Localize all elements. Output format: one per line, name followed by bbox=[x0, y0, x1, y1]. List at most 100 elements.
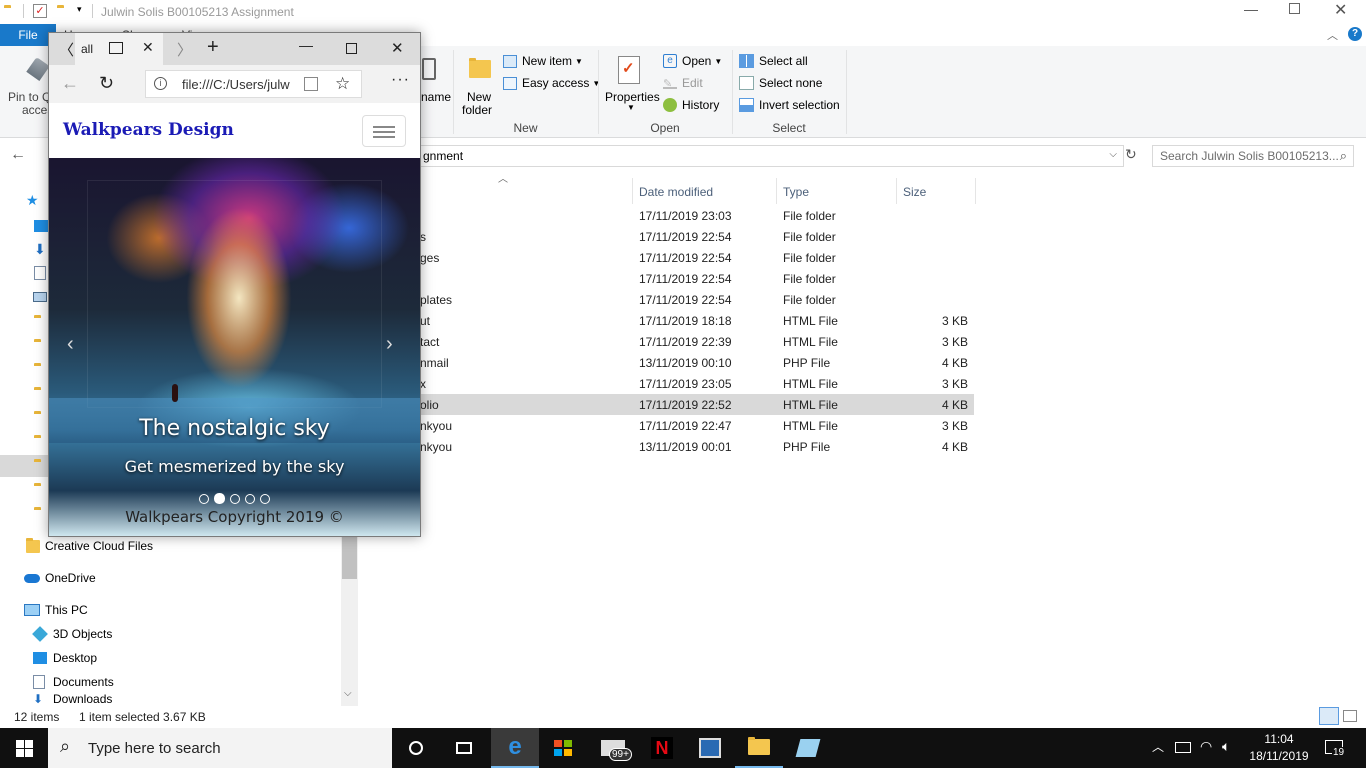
help-icon[interactable]: ? bbox=[1348, 27, 1362, 41]
info-icon[interactable]: i bbox=[154, 77, 167, 90]
maximize-icon[interactable] bbox=[346, 43, 357, 54]
scrollbar-thumb[interactable] bbox=[342, 534, 357, 579]
file-row[interactable]: 17/11/2019 22:54 File folder bbox=[358, 268, 974, 289]
carousel-indicator[interactable] bbox=[230, 493, 240, 504]
pin-label[interactable]: Pin to Q bbox=[8, 90, 51, 104]
tab-back-icon[interactable]: 〈 bbox=[59, 39, 74, 60]
collapse-ribbon-icon[interactable]: ︿ bbox=[1327, 27, 1338, 43]
details-view-icon[interactable] bbox=[1319, 707, 1339, 725]
search-field[interactable]: Search Julwin Solis B00105213... ⌕ bbox=[1152, 145, 1354, 167]
new-folder-icon[interactable] bbox=[469, 58, 491, 78]
task-view-button[interactable] bbox=[440, 728, 488, 768]
favorite-star-icon[interactable]: ☆ bbox=[335, 74, 350, 94]
clock-time[interactable]: 11:04 bbox=[1249, 732, 1309, 746]
file-row[interactable]: ut 17/11/2019 18:18 HTML File 3 KB bbox=[358, 310, 974, 331]
carousel-next-icon[interactable]: › bbox=[386, 333, 393, 356]
column-size[interactable]: Size bbox=[897, 180, 926, 204]
carousel-indicator[interactable] bbox=[260, 493, 270, 504]
file-row[interactable]: plates 17/11/2019 22:54 File folder bbox=[358, 289, 974, 310]
active-tab[interactable]: all ✕ bbox=[75, 33, 163, 65]
rename-label[interactable]: name bbox=[421, 90, 451, 104]
file-row[interactable]: nkyou 13/11/2019 00:01 PHP File 4 KB bbox=[358, 436, 974, 457]
back-arrow-icon[interactable]: ← bbox=[10, 146, 26, 164]
new-tab-icon[interactable]: + bbox=[207, 36, 219, 59]
close-icon[interactable]: ✕ bbox=[1334, 0, 1347, 20]
show-hidden-icons[interactable]: ︿ bbox=[1152, 738, 1164, 755]
properties-icon[interactable]: ✓ bbox=[618, 56, 640, 84]
nav-documents[interactable]: Documents bbox=[33, 670, 114, 694]
nav-this-pc[interactable]: This PC bbox=[24, 598, 88, 622]
nav-onedrive[interactable]: OneDrive bbox=[24, 566, 96, 590]
volume-icon[interactable]: 🔈︎ bbox=[1222, 738, 1230, 755]
carousel-indicator[interactable] bbox=[245, 493, 255, 504]
rename-icon[interactable] bbox=[422, 58, 436, 80]
easy-access-button[interactable]: Easy access ▼ bbox=[503, 76, 600, 90]
file-row[interactable]: nmail 13/11/2019 00:10 PHP File 4 KB bbox=[358, 352, 974, 373]
file-row[interactable]: tact 17/11/2019 22:39 HTML File 3 KB bbox=[358, 331, 974, 352]
taskbar-edge[interactable]: e bbox=[491, 728, 539, 768]
nav-desktop[interactable]: Desktop bbox=[33, 646, 97, 670]
battery-icon[interactable] bbox=[1175, 742, 1191, 753]
desktop-icon[interactable] bbox=[34, 220, 48, 232]
nav-creative-cloud[interactable]: Creative Cloud Files bbox=[26, 534, 153, 558]
customize-quick-access-icon[interactable]: ▾ bbox=[77, 4, 82, 15]
new-folder-label[interactable]: New bbox=[466, 90, 492, 104]
documents-icon[interactable] bbox=[34, 266, 46, 280]
back-arrow-icon[interactable]: ← bbox=[61, 73, 79, 94]
select-all-button[interactable]: Select all bbox=[739, 54, 808, 68]
hamburger-menu-button[interactable] bbox=[362, 115, 406, 147]
downloads-icon[interactable]: ⬇ bbox=[34, 241, 46, 258]
refresh-icon[interactable]: ↻ bbox=[1125, 146, 1141, 164]
wifi-icon[interactable]: ◠ bbox=[1200, 738, 1212, 755]
new-item-button[interactable]: New item ▼ bbox=[503, 54, 583, 68]
refresh-icon[interactable]: ↻ bbox=[99, 73, 114, 94]
start-button[interactable] bbox=[0, 728, 48, 768]
properties-quick-icon[interactable]: ✓ bbox=[33, 4, 47, 18]
restore-icon[interactable] bbox=[1289, 3, 1300, 14]
file-row[interactable]: olio 17/11/2019 22:52 HTML File 4 KB bbox=[358, 394, 974, 415]
taskbar-app[interactable] bbox=[686, 728, 734, 768]
large-icons-view-icon[interactable] bbox=[1343, 710, 1357, 722]
tab-forward-icon[interactable]: 〉 bbox=[177, 39, 192, 60]
edit-button[interactable]: ✎ Edit bbox=[663, 76, 703, 90]
column-date[interactable]: Date modified bbox=[633, 180, 713, 204]
tab-preview-icon[interactable] bbox=[109, 42, 123, 54]
taskbar-netflix[interactable]: N bbox=[638, 728, 686, 768]
clock-date[interactable]: 18/11/2019 bbox=[1246, 749, 1312, 763]
pin-icon[interactable] bbox=[26, 57, 50, 81]
carousel-indicator[interactable] bbox=[199, 493, 209, 504]
selected-nav-item[interactable] bbox=[0, 455, 48, 477]
close-tab-icon[interactable]: ✕ bbox=[142, 39, 154, 56]
select-none-button[interactable]: Select none bbox=[739, 76, 822, 90]
new-folder-label-2[interactable]: folder bbox=[462, 103, 492, 117]
nav-downloads[interactable]: ⬇ Downloads bbox=[33, 692, 112, 706]
chevron-down-icon[interactable]: ⌵ bbox=[1109, 149, 1117, 160]
file-row[interactable]: s 17/11/2019 22:54 File folder bbox=[358, 226, 974, 247]
site-brand[interactable]: Walkpears Design bbox=[63, 120, 234, 140]
taskbar-mail[interactable]: 99+ bbox=[589, 728, 637, 768]
url-bar[interactable]: i file:///C:/Users/julw ☆ bbox=[145, 70, 362, 98]
history-button[interactable]: History bbox=[663, 98, 719, 112]
cortana-button[interactable] bbox=[392, 728, 440, 768]
properties-label[interactable]: Properties bbox=[605, 90, 660, 104]
file-row[interactable]: x 17/11/2019 23:05 HTML File 3 KB bbox=[358, 373, 974, 394]
quick-access-star-icon[interactable]: ★ bbox=[26, 192, 39, 209]
taskbar-app-2[interactable] bbox=[784, 728, 832, 768]
chevron-down-icon[interactable]: ▼ bbox=[627, 103, 635, 112]
carousel-prev-icon[interactable]: ‹ bbox=[67, 333, 74, 356]
taskbar-file-explorer[interactable] bbox=[735, 728, 783, 768]
reading-view-icon[interactable] bbox=[304, 77, 318, 91]
nav-3d-objects[interactable]: 3D Objects bbox=[32, 622, 112, 646]
scroll-down-icon[interactable]: ⌵ bbox=[344, 688, 352, 699]
address-bar[interactable]: gnment ⌵ bbox=[360, 145, 1124, 167]
file-row[interactable]: 17/11/2019 23:03 File folder bbox=[358, 205, 974, 226]
file-row[interactable]: nkyou 17/11/2019 22:47 HTML File 3 KB bbox=[358, 415, 974, 436]
open-button[interactable]: e Open ▼ bbox=[663, 54, 722, 68]
minimize-icon[interactable]: — bbox=[299, 37, 313, 53]
invert-selection-button[interactable]: Invert selection bbox=[739, 98, 840, 112]
taskbar-store[interactable] bbox=[539, 728, 587, 768]
minimize-icon[interactable]: — bbox=[1244, 1, 1258, 17]
carousel-indicator[interactable] bbox=[214, 493, 225, 504]
column-type[interactable]: Type bbox=[777, 180, 809, 204]
close-window-icon[interactable]: ✕ bbox=[391, 39, 404, 57]
